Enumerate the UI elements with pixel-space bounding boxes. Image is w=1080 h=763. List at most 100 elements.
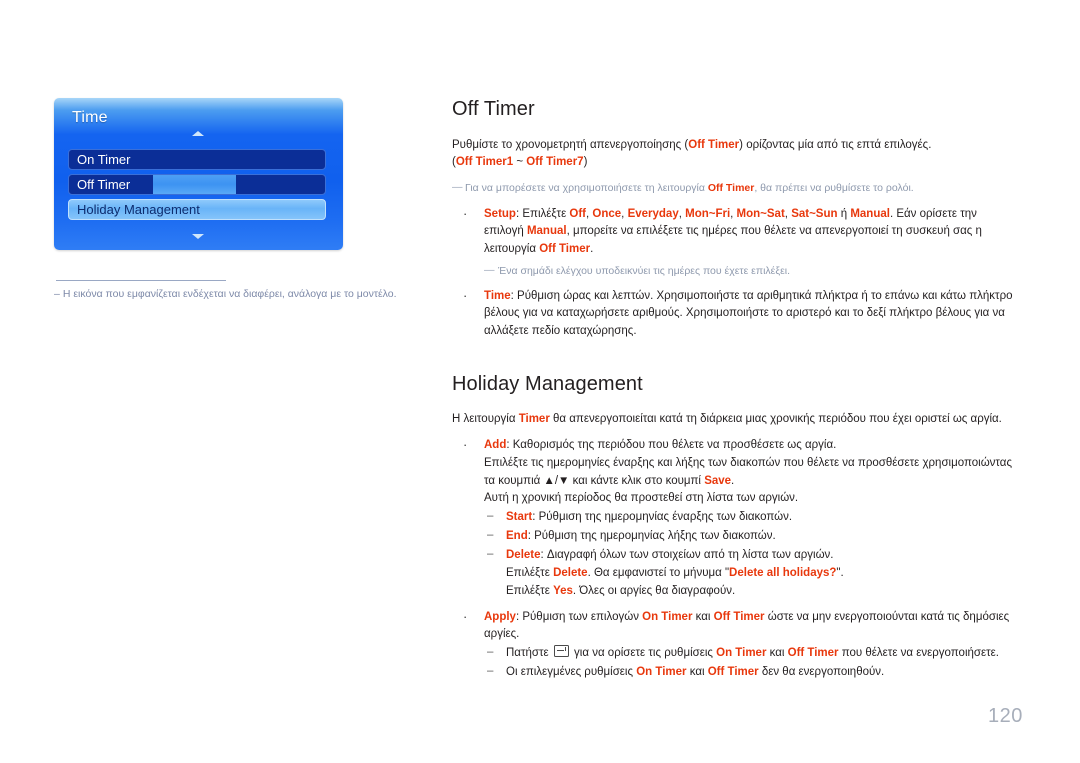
caret-up-icon bbox=[192, 131, 204, 136]
bullet-setup: · Setup: Επιλέξτε Off, Once, Everyday, M… bbox=[452, 206, 1016, 280]
bullet-apply-label: Apply bbox=[484, 610, 516, 623]
sub-selected-and: και bbox=[686, 665, 708, 678]
bullet-apply: · Apply: Ρύθμιση των επιλογών On Timer κ… bbox=[452, 609, 1016, 682]
dash-bullet-icon: – bbox=[487, 646, 494, 659]
option-mon-fri: Mon~Fri bbox=[685, 207, 731, 220]
dash-bullet-icon: – bbox=[487, 664, 494, 677]
option-sat-sun: Sat~Sun bbox=[791, 207, 838, 220]
bullet-setup-text-d: . bbox=[590, 243, 594, 256]
page-title-holiday-management: Holiday Management bbox=[452, 372, 643, 395]
off-timer-range-end: Off Timer7 bbox=[526, 156, 584, 169]
apply-on-timer-term: On Timer bbox=[642, 610, 693, 623]
bullet-setup-off-timer-term: Off Timer bbox=[539, 243, 591, 256]
sub-end: – End: Ρύθμιση της ημερομηνίας λήξης των… bbox=[484, 528, 1016, 546]
bullet-add-line2-b: . bbox=[731, 474, 735, 487]
note-dash: – bbox=[54, 288, 60, 300]
sub-press-enter-mid: για να ορίσετε τις ρυθμίσεις bbox=[570, 647, 717, 660]
option-off: Off bbox=[569, 207, 587, 220]
sub-press-enter-off-timer: Off Timer bbox=[787, 647, 839, 660]
holiday-intro-b: θα απενεργοποιείται κατά τη διάρκεια μια… bbox=[549, 412, 1002, 425]
osd-off-timer-value-bar bbox=[153, 175, 236, 194]
sub-selected-pre: Οι επιλεγμένες ρυθμίσεις bbox=[506, 665, 637, 678]
bullet-add-line3: Αυτή η χρονική περίοδος θα προστεθεί στη… bbox=[484, 492, 799, 505]
dash-bullet-icon: – bbox=[487, 528, 494, 541]
off-timer-clock-note-a: Για να μπορέσετε να χρησιμοποιήσετε τη λ… bbox=[465, 181, 708, 194]
osd-row-off-timer[interactable]: Off Timer bbox=[68, 174, 326, 195]
delete-button-term: Delete bbox=[553, 566, 588, 579]
sub-selected-post: δεν θα ενεργοποιηθούν. bbox=[758, 665, 885, 678]
osd-row-on-timer[interactable]: On Timer bbox=[68, 149, 326, 170]
note-dash-icon: — bbox=[484, 263, 495, 276]
off-timer-intro-term: Off Timer bbox=[688, 139, 740, 151]
off-timer-range-close: ) bbox=[583, 156, 588, 169]
bullet-setup-note-text: Ένα σημάδι ελέγχου υποδεικνύει τις ημέρε… bbox=[498, 264, 791, 277]
left-image-note-text: Η εικόνα που εμφανίζεται ενδέχεται να δι… bbox=[62, 288, 397, 300]
sub-delete-extra2-b: . Όλες οι αργίες θα διαγραφούν. bbox=[572, 584, 736, 597]
enter-key-icon bbox=[553, 645, 569, 658]
yes-button-term: Yes bbox=[553, 584, 573, 597]
off-timer-clock-note: — Για να μπορέσετε να χρησιμοποιήσετε τη … bbox=[452, 181, 1016, 197]
holiday-intro-a: Η λειτουργία bbox=[452, 412, 519, 425]
delete-all-holidays-message: Delete all holidays? bbox=[729, 566, 837, 579]
left-illustration-column: Time On Timer Off Timer Holiday Manageme… bbox=[54, 98, 399, 302]
sub-delete-extra1-b: . Θα εμφανιστεί το μήνυμα " bbox=[587, 566, 730, 579]
bullet-setup-label: Setup bbox=[484, 207, 516, 220]
sub-selected-settings: – Οι επιλεγμένες ρυθμίσεις On Timer και … bbox=[484, 664, 1016, 682]
off-timer-intro-a: Ρυθμίστε το χρονομετρητή απενεργοποίησης… bbox=[452, 139, 689, 151]
holiday-add-sub-list: – Start: Ρύθμιση της ημερομηνίας έναρξης… bbox=[484, 509, 1016, 601]
content-column: Off Timer Ρυθμίστε το χρονομετρητή απενε… bbox=[452, 98, 1016, 690]
sub-press-enter-on-timer: On Timer bbox=[716, 647, 767, 660]
holiday-intro-timer-term: Timer bbox=[518, 412, 550, 425]
option-once: Once bbox=[592, 207, 622, 220]
off-timer-intro-b: ) ορίζοντας μία από τις επτά επιλογές. bbox=[739, 139, 932, 151]
holiday-apply-sub-list: – Πατήστε για να ορίσετε τις ρυθμίσεις O… bbox=[484, 645, 1016, 682]
osd-row-holiday-management[interactable]: Holiday Management bbox=[68, 199, 326, 220]
off-timer-clock-note-b: , θα πρέπει να ρυθμίσετε το ρολόι. bbox=[754, 181, 914, 194]
sub-press-enter-and: και bbox=[766, 647, 788, 660]
sub-delete: – Delete: Διαγραφή όλων των στοιχείων απ… bbox=[484, 547, 1016, 601]
osd-row-off-timer-label: Off Timer bbox=[77, 177, 131, 192]
bullet-time-text: : Ρύθμιση ώρας και λεπτών. Χρησιμοποιήστ… bbox=[484, 289, 1013, 337]
or-word: ή bbox=[837, 207, 851, 220]
off-timer-range-start: Off Timer1 bbox=[455, 156, 514, 169]
sub-start-text: : Ρύθμιση της ημερομηνίας έναρξης των δι… bbox=[532, 510, 793, 523]
sub-start: – Start: Ρύθμιση της ημερομηνίας έναρξης… bbox=[484, 509, 1016, 527]
bullet-add: · Add: Καθορισμός της περιόδου που θέλετ… bbox=[452, 437, 1016, 601]
apply-and-1: και bbox=[692, 610, 714, 623]
osd-row-holiday-management-label: Holiday Management bbox=[77, 202, 200, 217]
osd-time-menu: Time On Timer Off Timer Holiday Manageme… bbox=[54, 98, 343, 250]
option-manual: Manual bbox=[850, 207, 890, 220]
off-timer-range-sep: ~ bbox=[513, 156, 527, 169]
osd-menu-title: Time bbox=[72, 109, 108, 126]
bullet-setup-manual-term: Manual bbox=[526, 225, 567, 238]
option-mon-sat: Mon~Sat bbox=[736, 207, 785, 220]
sub-delete-label: Delete bbox=[506, 548, 541, 561]
bullet-setup-note: — Ένα σημάδι ελέγχου υποδεικνύει τις ημέρ… bbox=[484, 264, 1016, 280]
sub-start-label: Start bbox=[506, 510, 533, 523]
sub-delete-extra2-a: Επιλέξτε bbox=[506, 584, 554, 597]
bullet-dot-icon: · bbox=[463, 205, 468, 221]
apply-off-timer-term: Off Timer bbox=[713, 610, 765, 623]
bullet-add-label: Add bbox=[484, 439, 507, 452]
off-timer-clock-note-term: Off Timer bbox=[707, 181, 755, 194]
bullet-add-text: : Καθορισμός της περιόδου που θέλετε να … bbox=[506, 439, 837, 452]
holiday-intro-paragraph: Η λειτουργία Timer θα απενεργοποιείται κ… bbox=[452, 411, 1016, 428]
sub-end-label: End bbox=[506, 529, 528, 542]
bullet-time-label: Time bbox=[484, 289, 511, 302]
save-button-term: Save bbox=[704, 474, 732, 487]
bullet-dot-icon: · bbox=[463, 608, 468, 624]
off-timer-intro-paragraph: Ρυθμίστε το χρονομετρητή απενεργοποίησης… bbox=[452, 137, 1016, 172]
sub-press-enter: – Πατήστε για να ορίσετε τις ρυθμίσεις O… bbox=[484, 645, 1016, 663]
bullet-dot-icon: · bbox=[463, 287, 468, 303]
sub-end-text: : Ρύθμιση της ημερομηνίας λήξης των διακ… bbox=[527, 529, 776, 542]
sub-delete-extra-1: Επιλέξτε Delete. Θα εμφανιστεί το μήνυμα… bbox=[506, 565, 1016, 583]
left-image-note: – Η εικόνα που εμφανίζεται ενδέχεται να δ… bbox=[54, 287, 399, 302]
sub-delete-extra1-a: Επιλέξτε bbox=[506, 566, 554, 579]
dash-bullet-icon: – bbox=[487, 547, 494, 560]
off-timer-bullet-list: · Setup: Επιλέξτε Off, Once, Everyday, M… bbox=[452, 206, 1016, 341]
bullet-add-line2-a: Επιλέξτε τις ημερομηνίες έναρξης και λήξ… bbox=[484, 456, 1012, 487]
sub-delete-text: : Διαγραφή όλων των στοιχείων από τη λίσ… bbox=[540, 548, 834, 561]
holiday-bullet-list: · Add: Καθορισμός της περιόδου που θέλετ… bbox=[452, 437, 1016, 682]
note-dash-icon: — bbox=[452, 180, 463, 193]
bullet-apply-text-a: : Ρύθμιση των επιλογών bbox=[515, 610, 643, 623]
